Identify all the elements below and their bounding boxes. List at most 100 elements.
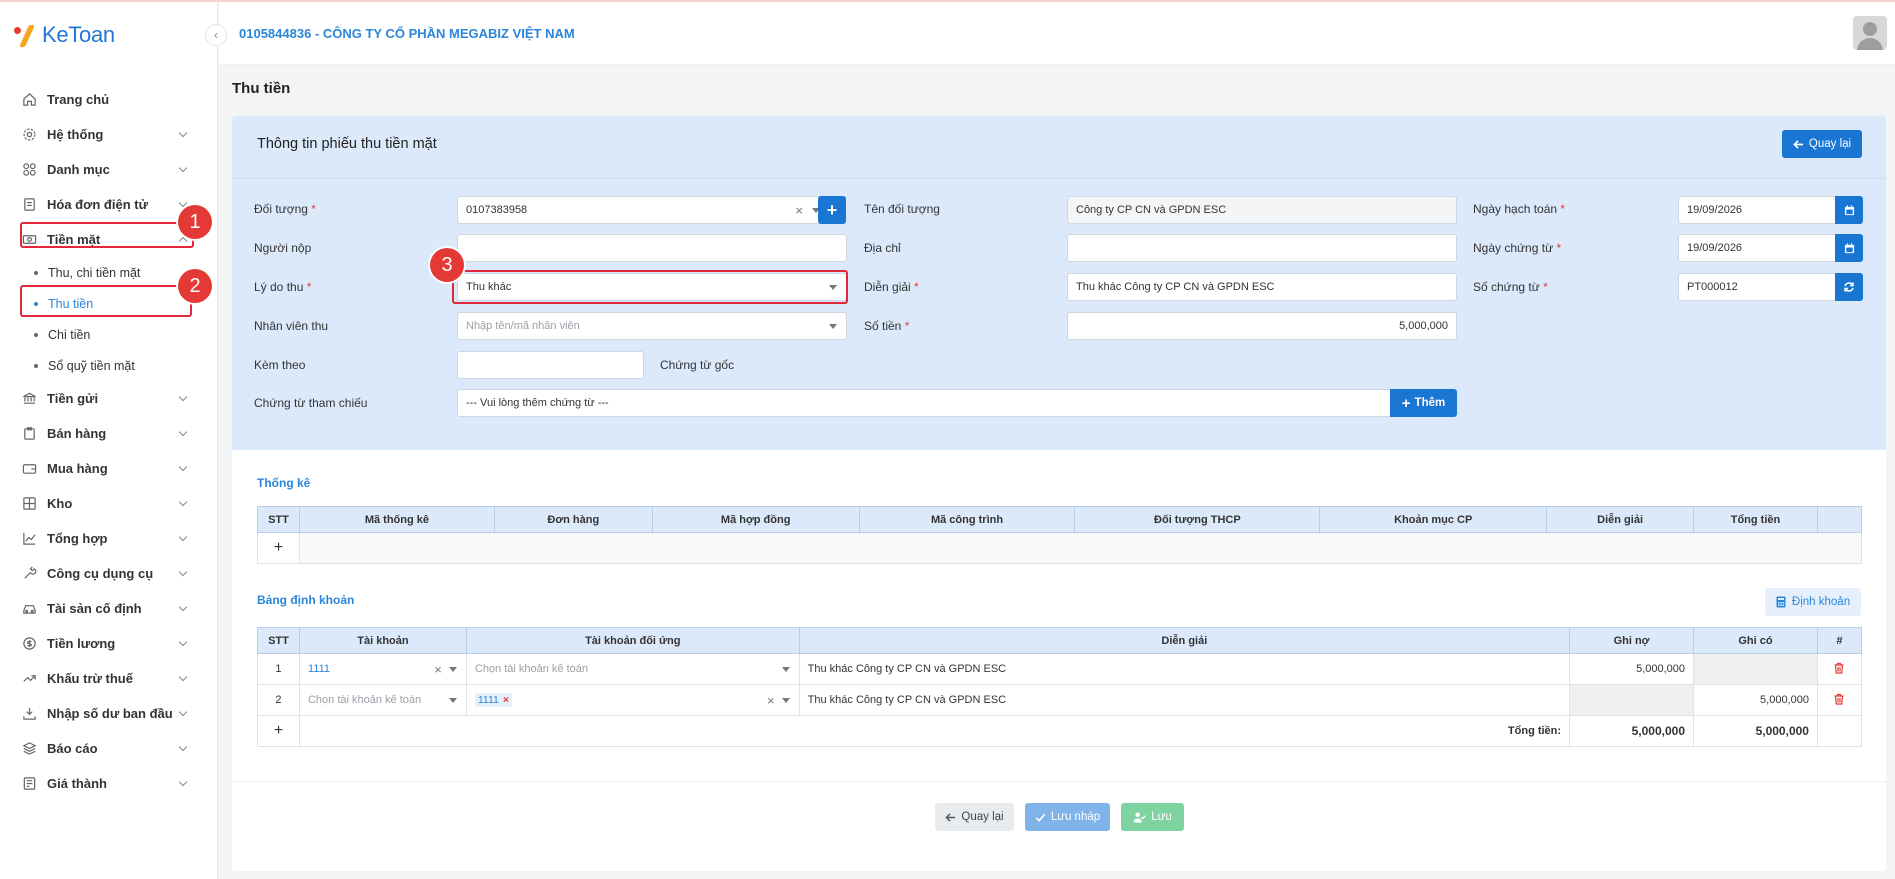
home-icon [22, 92, 37, 107]
sidebar-item-trang-chu[interactable]: Trang chủ [0, 82, 218, 117]
tai-khoan-select[interactable]: Chọn tài khoản kế toán [298, 684, 467, 716]
add-thong-ke-row-button[interactable]: + [257, 532, 300, 564]
sidebar-item-danh-muc[interactable]: Danh mục [0, 152, 218, 187]
company-name[interactable]: 0105844836 - CÔNG TY CỔ PHẦN MEGABIZ VIỆ… [239, 26, 575, 41]
dien-giai-cell[interactable]: Thu khác Công ty CP CN và GPDN ESC [798, 653, 1571, 685]
ngay-hach-toan-field[interactable]: 19/09/2026 [1678, 196, 1836, 224]
so-chung-tu-field[interactable]: PT000012 [1678, 273, 1836, 301]
chung-tu-tham-chieu-placeholder: --- Vui lòng thêm chứng từ --- [466, 397, 609, 409]
panel-divider [232, 178, 1886, 179]
kem-theo-input[interactable] [457, 351, 644, 379]
caret-down-icon [448, 698, 457, 703]
caret-down-icon [781, 698, 790, 703]
chevron-down-icon [178, 602, 188, 612]
invoice-icon [22, 197, 37, 212]
sales-icon [22, 426, 37, 441]
chevron-down-icon [178, 427, 188, 437]
dien-giai-value: Thu khác Công ty CP CN và GPDN ESC [1076, 281, 1275, 293]
dien-giai-cell[interactable]: Thu khác Công ty CP CN và GPDN ESC [798, 684, 1571, 716]
column-header: STT [257, 627, 300, 654]
sidebar-item-cong-cu[interactable]: Công cụ dụng cụ [0, 556, 218, 591]
tai-khoan-doi-ung-select[interactable]: 1111 × × [465, 684, 800, 716]
column-header: Đơn hàng [493, 506, 653, 533]
table-row: 1 1111 × Chọn tài khoản kế toán Thu khác… [257, 653, 1863, 685]
ghi-co-cell[interactable]: 5,000,000 [1693, 684, 1818, 716]
chung-tu-tham-chieu-input[interactable]: --- Vui lòng thêm chứng từ --- [457, 389, 1392, 417]
nguoi-nop-input[interactable] [457, 234, 847, 262]
sidebar-item-bao-cao[interactable]: Báo cáo [0, 731, 218, 766]
dinh-khoan-table: STT Tài khoản Tài khoản đối ứng Diễn giả… [257, 627, 1863, 747]
avatar[interactable] [1853, 16, 1887, 50]
ten-doi-tuong-field[interactable]: Công ty CP CN và GPDN ESC [1067, 196, 1457, 224]
delete-row-button[interactable] [1816, 653, 1863, 685]
sidebar-item-nhap-so-du[interactable]: Nhập số dư ban đầu [0, 696, 218, 731]
clear-icon[interactable]: × [434, 662, 442, 677]
clear-icon[interactable]: × [795, 203, 803, 218]
refresh-so-chung-tu-button[interactable] [1835, 273, 1863, 301]
back-button[interactable]: Quay lại [935, 803, 1014, 831]
sidebar-item-tai-san[interactable]: Tài sản cố định [0, 591, 218, 626]
sidebar-item-tien-luong[interactable]: Tiền lương [0, 626, 218, 661]
sidebar-subitem-so-quy[interactable]: Sổ quỹ tiền mặt [0, 350, 218, 381]
sidebar-item-ban-hang[interactable]: Bán hàng [0, 416, 218, 451]
save-button[interactable]: Lưu [1121, 803, 1184, 831]
add-doi-tuong-button[interactable]: + [818, 196, 846, 224]
them-chung-tu-button[interactable]: + Thêm [1390, 389, 1457, 417]
chevron-down-icon [178, 128, 188, 138]
warehouse-icon [22, 496, 37, 511]
sidebar-item-gia-thanh[interactable]: Giá thành [0, 766, 218, 801]
dia-chi-input[interactable] [1067, 234, 1457, 262]
caret-down-icon [448, 667, 457, 672]
nhan-vien-thu-select[interactable]: Nhập tên/mã nhân viên [457, 312, 847, 340]
tai-khoan-placeholder: Chọn tài khoản kế toán [307, 694, 422, 706]
annotation-highlight-3 [452, 270, 848, 304]
table-row: 2 Chọn tài khoản kế toán 1111 × × Thu khá… [257, 684, 1863, 716]
sidebar-item-tong-hop[interactable]: Tổng hợp [0, 521, 218, 556]
doi-tuong-select[interactable]: 0107383958 × [457, 196, 830, 224]
sidebar-item-label: Tài sản cố định [47, 601, 142, 616]
dinh-khoan-button-label: Định khoản [1791, 596, 1851, 608]
delete-row-button[interactable] [1816, 684, 1863, 716]
kem-theo-label: Kèm theo [254, 358, 306, 372]
trash-icon [1834, 662, 1844, 674]
ngay-hach-toan-calendar-button[interactable] [1835, 196, 1863, 224]
chevron-down-icon [178, 777, 188, 787]
dinh-khoan-button[interactable]: Định khoản [1765, 588, 1861, 616]
clear-icon[interactable]: × [767, 693, 775, 708]
calendar-icon [1844, 204, 1854, 215]
sidebar-item-khau-tru-thue[interactable]: Khấu trừ thuế [0, 661, 218, 696]
tai-khoan-doi-ung-select[interactable]: Chọn tài khoản kế toán [465, 653, 800, 685]
tai-khoan-select[interactable]: 1111 × [298, 653, 467, 685]
add-dinh-khoan-row-button[interactable]: + [257, 715, 300, 747]
ten-doi-tuong-label: Tên đối tượng [864, 202, 940, 216]
logo[interactable]: KeToan [14, 20, 115, 50]
sidebar-item-he-thong[interactable]: Hệ thống [0, 117, 218, 152]
back-button-top[interactable]: Quay lại [1782, 130, 1862, 158]
ly-do-thu-label: Lý do thu * [254, 280, 312, 294]
dien-giai-label: Diễn giải * [864, 280, 919, 294]
save-draft-button[interactable]: Lưu nháp [1025, 803, 1110, 831]
dien-giai-input[interactable]: Thu khác Công ty CP CN và GPDN ESC [1067, 273, 1457, 301]
table-row: + [257, 532, 1863, 564]
ngay-chung-tu-field[interactable]: 19/09/2026 [1678, 234, 1836, 262]
sidebar-item-tien-gui[interactable]: Tiền gửi [0, 381, 218, 416]
sidebar-collapse-button[interactable]: ‹ [205, 24, 227, 46]
column-header: Đối tượng THCP [1074, 506, 1321, 533]
sidebar-item-label: Hệ thống [47, 127, 104, 142]
sidebar-subitem-chi-tien[interactable]: Chi tiền [0, 319, 218, 350]
sidebar-item-kho[interactable]: Kho [0, 486, 218, 521]
chevron-down-icon [178, 497, 188, 507]
sidebar-item-mua-hang[interactable]: Mua hàng [0, 451, 218, 486]
them-label: Thêm [1414, 397, 1446, 409]
chevron-down-icon [178, 462, 188, 472]
ngay-chung-tu-calendar-button[interactable] [1835, 234, 1863, 262]
so-tien-input[interactable]: 5,000,000 [1067, 312, 1457, 340]
annotation-badge-2: 2 [178, 269, 212, 303]
remove-tag-icon[interactable]: × [503, 694, 509, 706]
ghi-no-cell[interactable]: 5,000,000 [1569, 653, 1695, 685]
receipt-form-card: Thông tin phiếu thu tiền mặt Quay lại Đố… [232, 116, 1886, 871]
table-cell-empty [298, 532, 1863, 564]
chevron-down-icon [178, 163, 188, 173]
ghi-co-cell [1693, 653, 1818, 685]
chevron-down-icon [178, 672, 188, 682]
